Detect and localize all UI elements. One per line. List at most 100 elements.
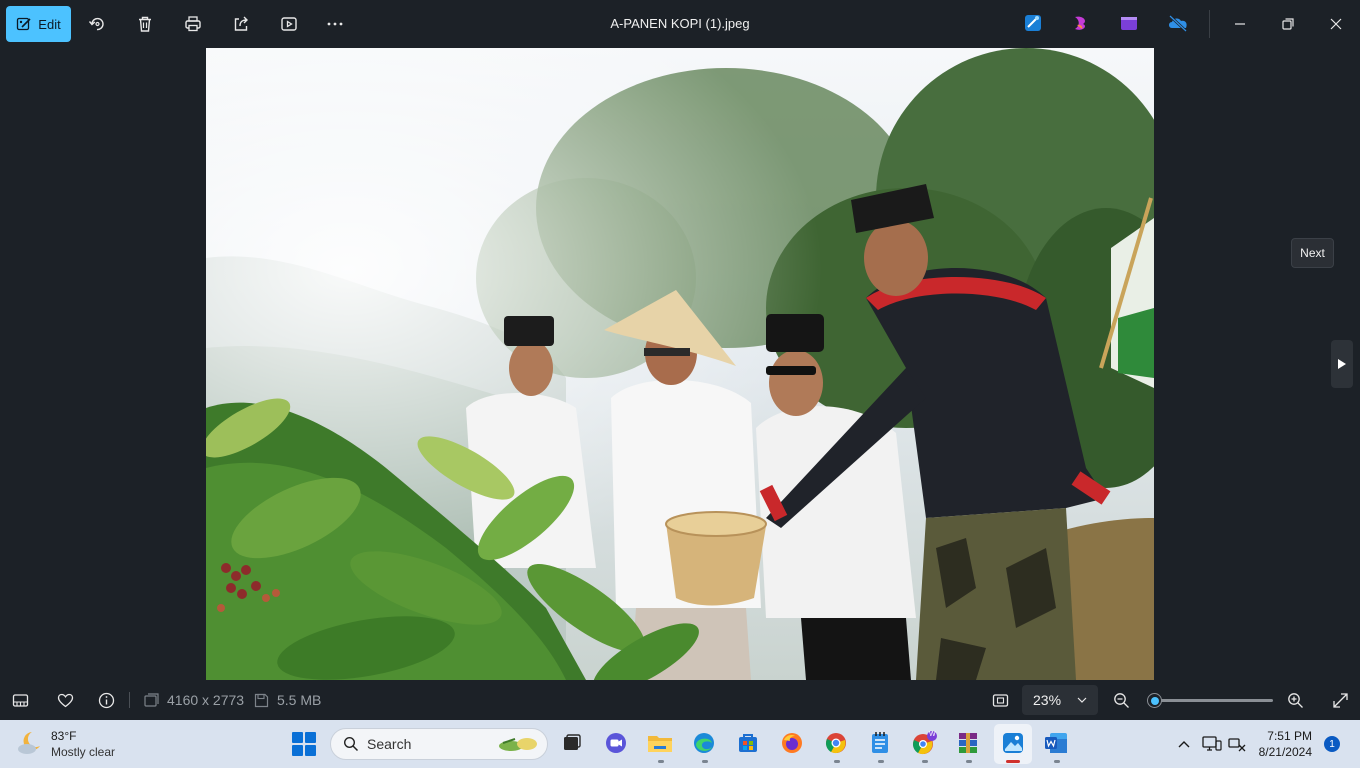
file-title: A-PANEN KOPI (1).jpeg	[610, 16, 750, 31]
running-indicator	[658, 760, 664, 763]
windows-taskbar: 83°F Mostly clear Search W 7:51 PM 8/21/…	[0, 720, 1360, 768]
photo-editor-icon	[1025, 15, 1041, 31]
file-explorer-button[interactable]	[647, 730, 673, 756]
print-button[interactable]	[181, 12, 205, 36]
slideshow-button[interactable]	[277, 12, 301, 36]
dimensions-icon-wrap	[141, 690, 161, 710]
zoom-slider-thumb[interactable]	[1147, 693, 1162, 708]
edge-browser-button[interactable]	[691, 730, 717, 756]
displayed-photo[interactable]	[206, 48, 1154, 680]
trash-icon	[139, 16, 151, 32]
photos-icon	[1003, 733, 1023, 753]
windows-logo-tile	[292, 732, 303, 743]
close-button[interactable]	[1324, 12, 1348, 36]
winrar-button[interactable]	[955, 730, 981, 756]
firefox-icon	[782, 733, 802, 753]
full-screen-button[interactable]	[1330, 690, 1350, 710]
store-icon	[739, 734, 757, 752]
more-icon	[327, 22, 343, 26]
next-tooltip: Next	[1291, 238, 1334, 268]
zoom-out-button[interactable]	[1111, 690, 1131, 710]
clock-time: 7:51 PM	[1267, 729, 1312, 743]
zoom-in-button[interactable]	[1285, 690, 1305, 710]
start-button[interactable]	[292, 732, 316, 756]
zoom-slider-track[interactable]	[1152, 699, 1273, 702]
rotate-button[interactable]	[85, 12, 109, 36]
slideshow-icon	[281, 17, 297, 31]
save-disk-icon	[254, 693, 268, 707]
running-indicator	[922, 760, 928, 763]
video-editor-app-button[interactable]	[1119, 13, 1139, 33]
restore-button[interactable]	[1276, 12, 1300, 36]
image-viewer: Next	[0, 48, 1360, 680]
minimize-button[interactable]	[1228, 12, 1252, 36]
photos-app-button[interactable]	[1000, 730, 1026, 756]
info-icon	[98, 692, 114, 708]
next-image-button[interactable]	[1331, 340, 1353, 388]
edge-icon	[694, 733, 714, 753]
minimize-icon	[1235, 23, 1245, 25]
edit-button-label: Edit	[38, 16, 61, 32]
clipchamp-app-button[interactable]	[1071, 13, 1091, 33]
zoom-level-dropdown[interactable]: 23%	[1022, 685, 1098, 715]
actual-size-icon	[992, 693, 1008, 707]
heart-icon	[57, 693, 73, 707]
actual-size-button[interactable]	[990, 690, 1010, 710]
monitor-phone-icon	[1202, 736, 1222, 751]
play-next-icon	[1338, 359, 1346, 369]
active-indicator	[1006, 760, 1020, 763]
filesize-icon-wrap	[251, 690, 271, 710]
chevron-down-icon	[1077, 697, 1087, 703]
meet-app-button[interactable]	[603, 730, 629, 756]
weather-temperature: 83°F	[51, 729, 77, 743]
restore-icon	[1282, 18, 1294, 30]
firefox-button[interactable]	[779, 730, 805, 756]
taskbar-clock[interactable]: 7:51 PM 8/21/2024	[1250, 728, 1312, 760]
search-label: Search	[367, 736, 412, 752]
windows-logo-tile	[305, 732, 316, 743]
running-indicator	[1054, 760, 1060, 763]
word-icon	[1045, 733, 1067, 753]
notepad-button[interactable]	[867, 730, 893, 756]
weather-widget[interactable]: 83°F Mostly clear	[16, 726, 146, 762]
filmstrip-icon	[12, 693, 28, 707]
running-indicator	[834, 760, 840, 763]
zoom-out-icon	[1113, 692, 1129, 708]
display-tray-button[interactable]	[1202, 734, 1222, 754]
microsoft-store-button[interactable]	[735, 730, 761, 756]
toolbar-separator	[1209, 10, 1210, 38]
notification-badge[interactable]: 1	[1324, 736, 1340, 752]
edit-image-icon	[17, 17, 31, 31]
edit-button[interactable]: Edit	[6, 6, 71, 42]
winrar-icon	[959, 733, 977, 753]
network-volume-tray-button[interactable]	[1227, 734, 1247, 754]
search-icon	[343, 736, 359, 752]
windows-logo-tile	[305, 745, 316, 756]
task-view-button[interactable]	[559, 730, 585, 756]
top-toolbar: Edit A-PANEN KOPI (1).jpeg	[0, 0, 1360, 48]
show-hidden-icons-button[interactable]	[1174, 734, 1194, 754]
delete-button[interactable]	[133, 12, 157, 36]
photo-editor-app-button[interactable]	[1023, 13, 1043, 33]
share-icon	[234, 16, 248, 31]
chrome-profile-button[interactable]: W	[911, 730, 937, 756]
chrome-button[interactable]	[823, 730, 849, 756]
more-options-button[interactable]	[323, 12, 347, 36]
share-button[interactable]	[229, 12, 253, 36]
file-info-button[interactable]	[96, 690, 116, 710]
filmstrip-toggle-button[interactable]	[10, 690, 30, 710]
favorite-button[interactable]	[55, 690, 75, 710]
expand-icon	[1332, 692, 1348, 708]
onedrive-cloud-off-icon	[1169, 15, 1187, 32]
taskbar-search-box[interactable]: Search	[330, 728, 548, 760]
status-bar: 4160 x 2773 5.5 MB 23%	[0, 680, 1360, 720]
running-indicator	[966, 760, 972, 763]
search-highlight-icon	[499, 738, 537, 751]
chrome-icon	[826, 733, 846, 754]
onedrive-button[interactable]	[1167, 13, 1187, 33]
video-call-icon	[606, 733, 626, 753]
running-indicator	[702, 760, 708, 763]
word-button[interactable]	[1043, 730, 1069, 756]
status-separator	[129, 692, 130, 708]
clipchamp-icon	[1075, 16, 1086, 30]
